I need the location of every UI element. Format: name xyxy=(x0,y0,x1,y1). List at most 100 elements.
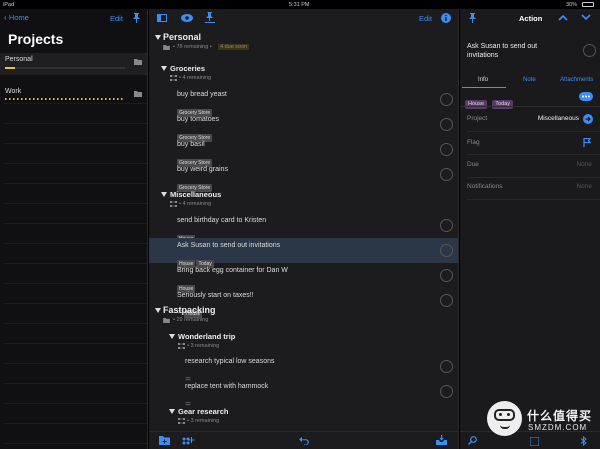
disclosure-triangle-icon[interactable] xyxy=(155,35,161,40)
task-title: Seriously start on taxes!! xyxy=(177,292,254,299)
divider xyxy=(467,199,600,200)
row-divider xyxy=(4,303,147,304)
task-row[interactable]: send birthday card to Kristen House xyxy=(149,213,458,243)
battery-text: 30% xyxy=(566,1,578,8)
disclosure-triangle-icon[interactable] xyxy=(155,308,161,313)
info-icon[interactable] xyxy=(441,13,451,23)
remaining-count: • 3 remaining xyxy=(187,418,220,424)
section-miscellaneous[interactable]: Miscellaneous • 4 remaining xyxy=(149,187,458,209)
project-item-personal[interactable]: Personal xyxy=(0,53,147,75)
tag-list[interactable]: House Today xyxy=(465,92,514,110)
row-divider xyxy=(4,443,147,444)
complete-checkbox[interactable] xyxy=(440,385,453,398)
pin-icon[interactable] xyxy=(132,13,141,23)
sidebar: ‹ Home Edit Projects Personal Work xyxy=(0,9,148,449)
edit-button[interactable]: Edit xyxy=(419,14,432,23)
tab-info[interactable]: Info xyxy=(478,77,488,83)
task-title: buy tomatoes xyxy=(177,116,220,123)
field-label: Flag xyxy=(467,139,480,146)
field-value: None xyxy=(576,161,592,168)
folder-personal[interactable]: Personal • 78 remaining • 4 due soon xyxy=(149,31,458,59)
dismiss-icon[interactable] xyxy=(530,437,539,446)
new-action-icon[interactable] xyxy=(181,436,195,445)
progress-fill xyxy=(5,67,15,69)
task-row[interactable]: Bring back egg container for Dan W House xyxy=(149,263,458,293)
clock: 5:31 PM xyxy=(289,1,310,8)
flag-icon[interactable] xyxy=(583,138,591,147)
complete-checkbox[interactable] xyxy=(440,118,453,131)
row-divider xyxy=(4,403,147,404)
row-divider xyxy=(4,283,147,284)
disclosure-triangle-icon[interactable] xyxy=(169,409,175,414)
watermark-text: 什么值得买 xyxy=(527,409,593,423)
due-soon-badge: 4 due soon xyxy=(218,44,250,50)
task-row[interactable]: buy bread yeast Grocery Store xyxy=(149,87,458,117)
disclosure-triangle-icon[interactable] xyxy=(161,192,167,197)
complete-checkbox[interactable] xyxy=(440,360,453,373)
progress-dots xyxy=(5,98,125,100)
task-row[interactable]: buy weird grains Grocery Store xyxy=(149,162,458,192)
field-project[interactable]: Project Miscellaneous xyxy=(460,112,600,128)
disclosure-triangle-icon[interactable] xyxy=(161,66,167,71)
tab-attachments[interactable]: Attachments xyxy=(560,77,593,83)
watermark-subtext: SMZDM.COM xyxy=(528,423,588,432)
task-row[interactable]: buy basil Grocery Store xyxy=(149,137,458,167)
row-divider xyxy=(4,263,147,264)
section-gear-research[interactable]: Gear research • 3 remaining xyxy=(149,404,458,426)
section-wonderland-trip[interactable]: Wonderland trip • 3 remaining xyxy=(149,329,458,351)
folder-fastpacking[interactable]: Fastpacking • 29 remaining xyxy=(149,304,458,326)
complete-checkbox[interactable] xyxy=(440,168,453,181)
more-tags-icon[interactable] xyxy=(579,92,593,101)
tab-underline xyxy=(462,87,506,88)
undo-icon[interactable] xyxy=(299,436,310,445)
search-icon[interactable] xyxy=(468,436,477,446)
task-title[interactable]: Ask Susan to send out invitations xyxy=(467,42,567,60)
arrow-right-circle-icon[interactable] xyxy=(583,114,593,124)
edit-button[interactable]: Edit xyxy=(110,14,123,23)
sequential-icon xyxy=(170,201,177,207)
field-notifications[interactable]: Notifications None xyxy=(460,179,600,195)
chevron-up-icon[interactable] xyxy=(558,14,568,21)
task-row[interactable]: replace tent with hammock xyxy=(149,379,458,406)
folder-title: Personal xyxy=(163,32,202,42)
eye-icon[interactable] xyxy=(181,14,193,22)
tab-note[interactable]: Note xyxy=(523,77,536,83)
field-flag[interactable]: Flag xyxy=(460,135,600,151)
task-row[interactable]: research typical low seasons xyxy=(149,354,458,381)
battery-icon xyxy=(582,1,594,7)
chevron-down-icon[interactable] xyxy=(581,14,591,21)
row-divider xyxy=(4,383,147,384)
back-button[interactable]: ‹ Home xyxy=(4,13,29,22)
folder-icon xyxy=(163,45,170,50)
outline-pane: Edit Personal • 78 remaining • 4 due soo… xyxy=(149,9,459,449)
tag-chip[interactable]: House xyxy=(465,99,487,109)
complete-checkbox[interactable] xyxy=(440,93,453,106)
status-bar: iPad 5:31 PM 30% xyxy=(0,0,600,9)
section-title: Gear research xyxy=(178,407,229,416)
row-divider xyxy=(4,243,147,244)
pin-icon[interactable] xyxy=(468,13,477,23)
task-title: buy basil xyxy=(177,141,205,148)
section-groceries[interactable]: Groceries • 4 remaining xyxy=(149,61,458,83)
complete-checkbox[interactable] xyxy=(440,219,453,232)
complete-checkbox[interactable] xyxy=(583,44,596,57)
folder-title: Fastpacking xyxy=(163,305,216,315)
page-title: Projects xyxy=(8,31,64,47)
field-due[interactable]: Due None xyxy=(460,158,600,174)
complete-checkbox[interactable] xyxy=(440,269,453,282)
project-item-work[interactable]: Work xyxy=(0,77,147,100)
remaining-count: • 4 remaining xyxy=(179,201,212,207)
inbox-download-icon[interactable] xyxy=(436,435,447,445)
perspective-icon[interactable] xyxy=(205,12,215,23)
new-folder-icon[interactable] xyxy=(159,436,170,445)
row-divider xyxy=(4,123,147,124)
complete-checkbox[interactable] xyxy=(440,244,453,257)
disclosure-triangle-icon[interactable] xyxy=(169,334,175,339)
task-row[interactable]: buy tomatoes Grocery Store xyxy=(149,112,458,142)
complete-checkbox[interactable] xyxy=(440,143,453,156)
sidebar-toggle-icon[interactable] xyxy=(157,14,167,22)
parallel-icon xyxy=(178,418,185,424)
task-row[interactable]: Ask Susan to send out invitations House T… xyxy=(149,238,458,268)
tag-chip[interactable]: Today xyxy=(492,99,514,109)
bluetooth-like-icon[interactable] xyxy=(579,436,589,446)
